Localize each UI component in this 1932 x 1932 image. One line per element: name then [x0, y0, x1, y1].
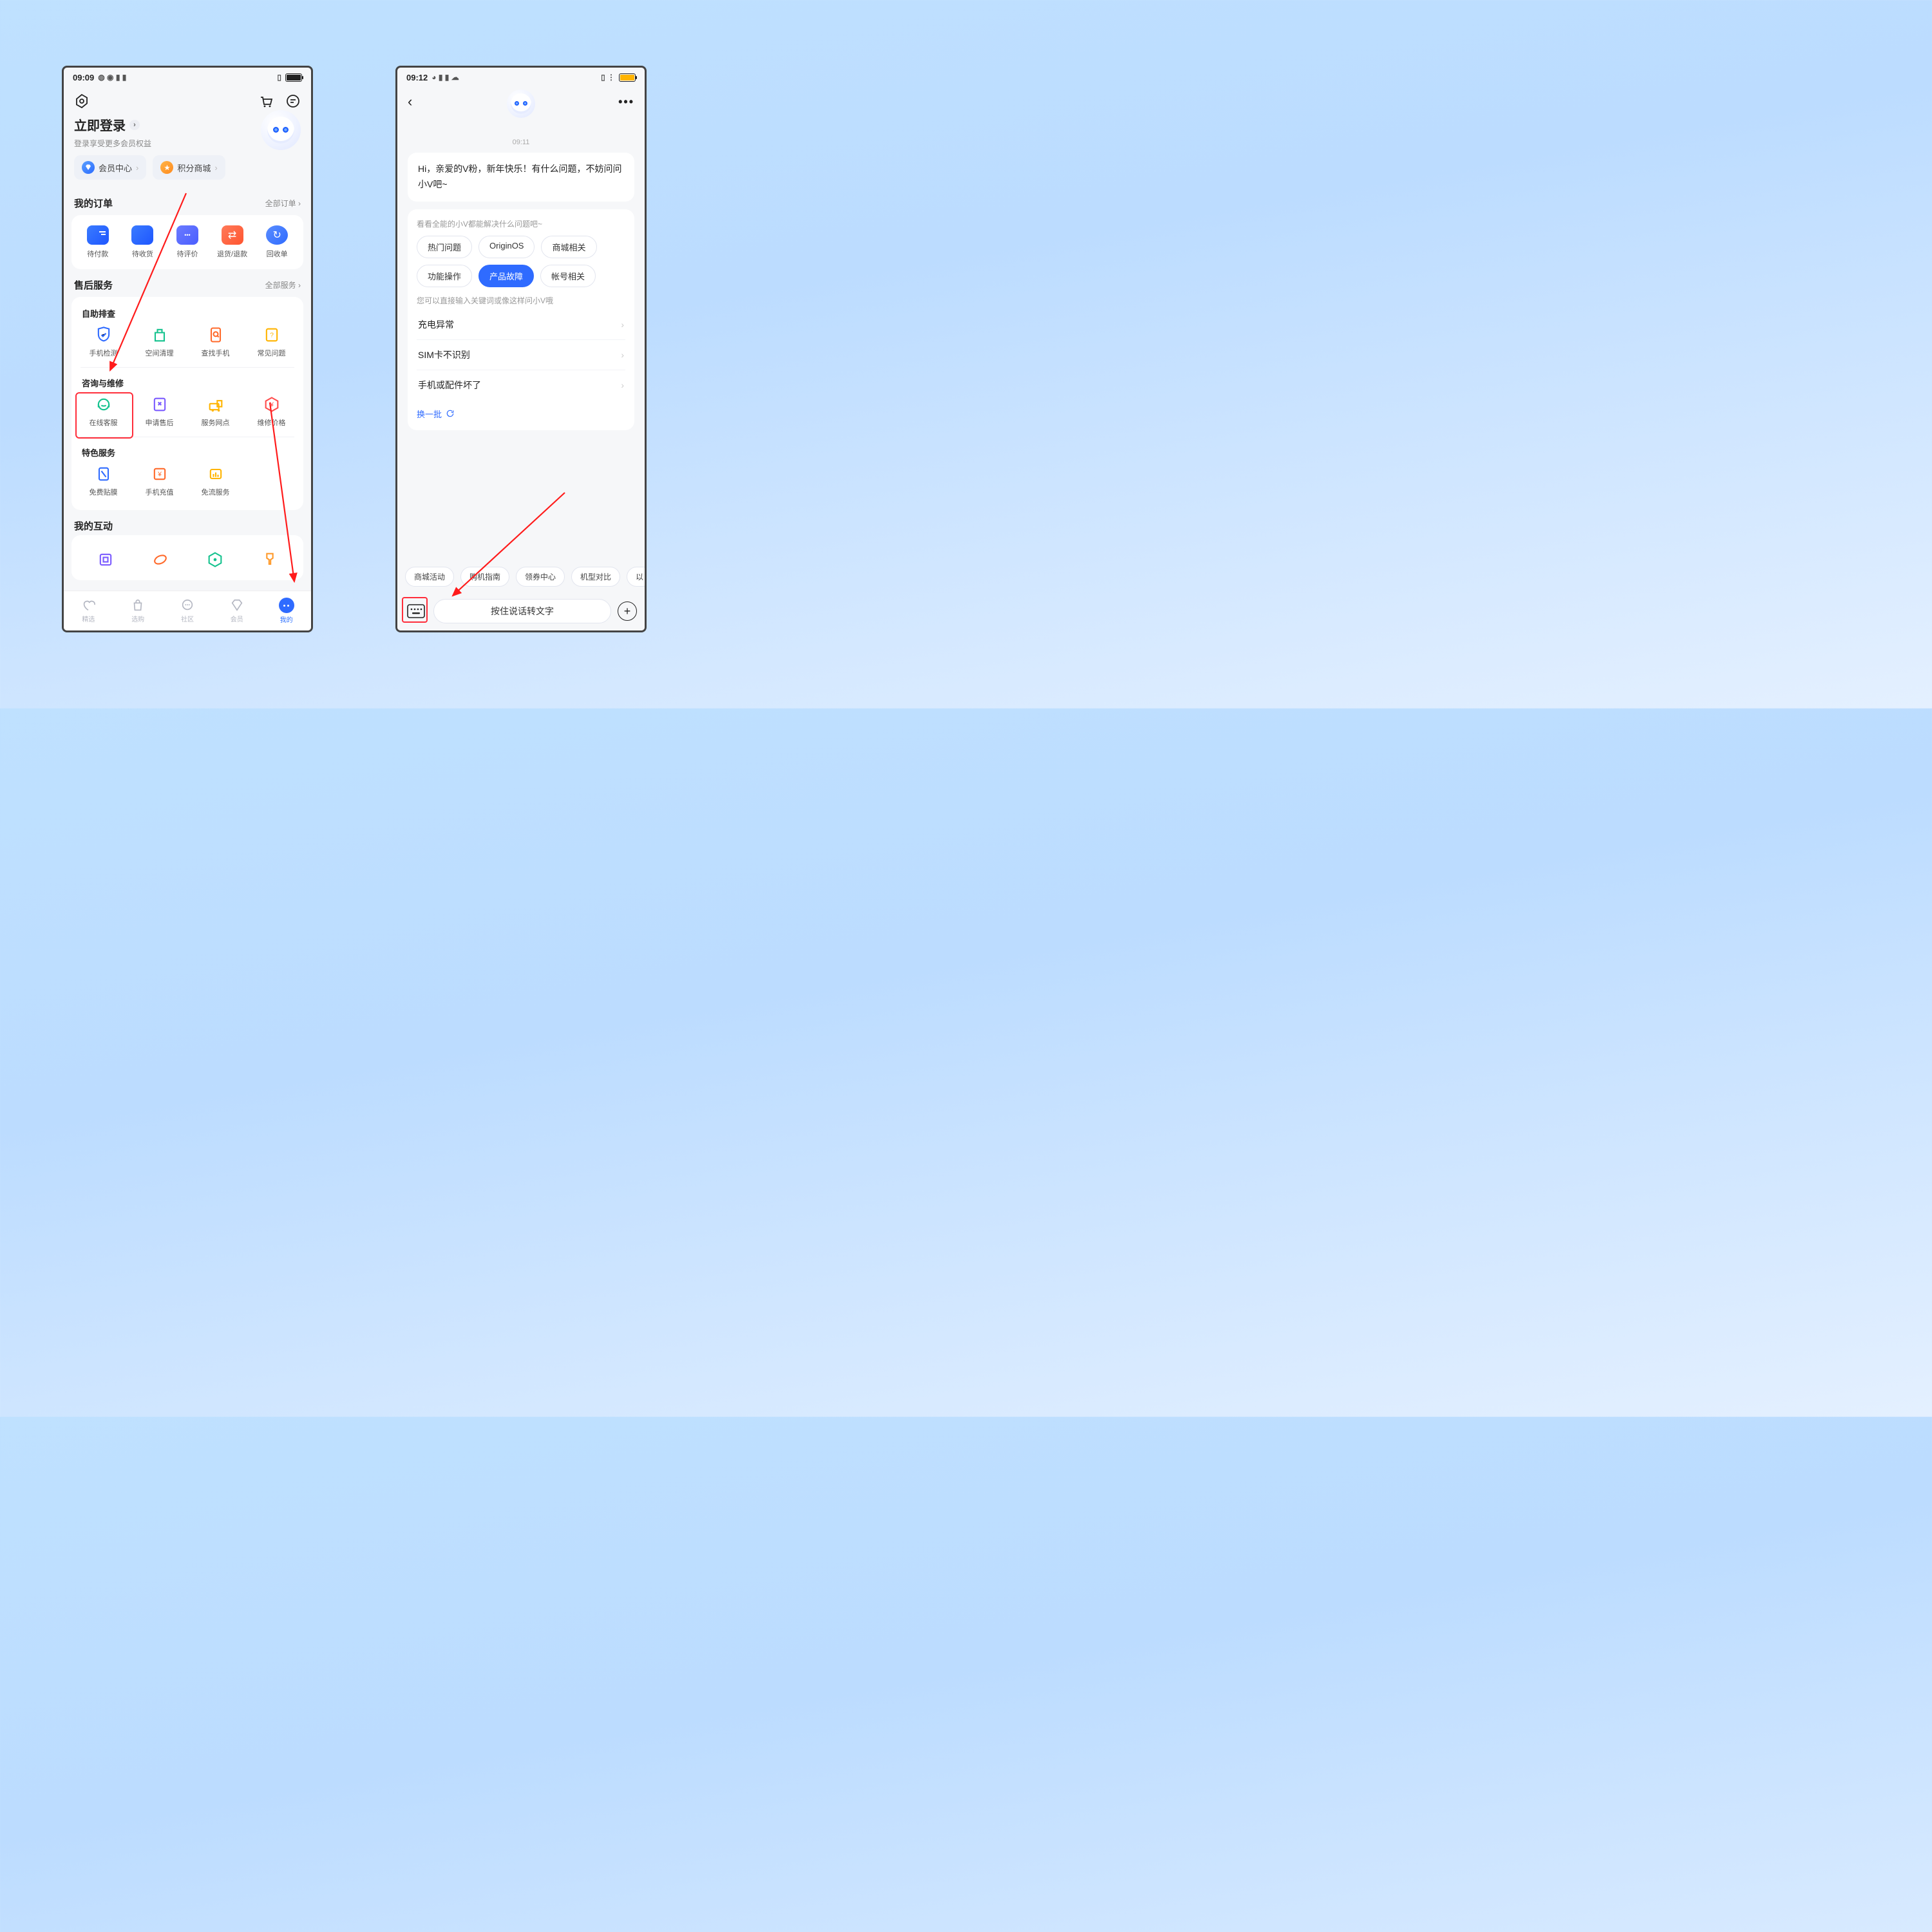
- star-icon: [160, 161, 173, 174]
- chip-fault[interactable]: 产品故障: [478, 265, 534, 287]
- interaction-title: 我的互动: [74, 519, 113, 533]
- faq-card: 看看全能的小V都能解决什么问题吧~ 热门问题 OriginOS 商城相关 功能操…: [408, 209, 634, 430]
- keyboard-toggle[interactable]: [405, 601, 427, 621]
- consult-title: 咨询与维修: [75, 372, 299, 390]
- sim-icon: ▯: [277, 73, 281, 82]
- orders-card: 待付款 待收货 •••待评价 ⇄退货/退款 ↻回收单: [71, 215, 303, 269]
- tab-featured[interactable]: 精选: [64, 591, 113, 630]
- chat-timestamp: 09:11: [397, 138, 645, 146]
- chevron-right-icon: ›: [621, 319, 624, 330]
- apply-aftersale[interactable]: 申请售后: [131, 390, 187, 433]
- order-return[interactable]: ⇄退货/退款: [210, 222, 255, 263]
- service-card: 自助排查 手机检测 空间清理 查找手机 ?常见问题 咨询与维修 在线客服 申请售…: [71, 297, 303, 510]
- orders-all-link[interactable]: 全部订单 ›: [265, 198, 301, 209]
- tab-mine[interactable]: 我的: [261, 591, 311, 630]
- avatar[interactable]: [261, 110, 301, 150]
- strip-coupons[interactable]: 领券中心: [516, 567, 565, 587]
- strip-buy-guide[interactable]: 购机指南: [460, 567, 509, 587]
- special-title: 特色服务: [75, 441, 299, 460]
- order-pending-review[interactable]: •••待评价: [165, 222, 210, 263]
- find-phone[interactable]: 查找手机: [187, 321, 243, 363]
- inter-item-3[interactable]: [187, 545, 242, 574]
- chip-function[interactable]: 功能操作: [417, 265, 472, 287]
- q-broken[interactable]: 手机或配件坏了›: [417, 370, 625, 400]
- refresh-icon: [446, 409, 455, 418]
- voice-input-button[interactable]: 按住说话转文字: [433, 599, 611, 623]
- order-pending-pay[interactable]: 待付款: [75, 222, 120, 263]
- free-film[interactable]: 免费贴膜: [75, 460, 131, 502]
- order-pending-receive[interactable]: 待收货: [120, 222, 166, 263]
- tab-shop[interactable]: 选购: [113, 591, 163, 630]
- free-data[interactable]: 免流服务: [187, 460, 243, 502]
- tab-member[interactable]: 会员: [212, 591, 261, 630]
- points-mall-pill[interactable]: 积分商城›: [153, 155, 225, 180]
- login-subtitle: 登录享受更多会员权益: [74, 138, 151, 149]
- phone-check[interactable]: 手机检测: [75, 321, 131, 363]
- status-time: 09:12: [406, 73, 428, 82]
- chip-mall[interactable]: 商城相关: [541, 236, 596, 258]
- more-menu[interactable]: •••: [618, 95, 634, 109]
- chevron-right-icon: ›: [621, 350, 624, 360]
- message-icon[interactable]: [285, 93, 301, 109]
- login-button[interactable]: 立即登录 ›: [74, 115, 151, 134]
- interaction-card: [71, 535, 303, 580]
- chip-hot[interactable]: 热门问题: [417, 236, 472, 258]
- strip-more[interactable]: 以: [627, 567, 645, 587]
- back-button[interactable]: ‹: [408, 93, 412, 110]
- tab-bar: 精选 选购 社区 会员 我的: [64, 591, 311, 630]
- inter-item-1[interactable]: [78, 545, 133, 574]
- svg-text:?: ?: [270, 332, 274, 339]
- refresh-button[interactable]: 换一批: [417, 408, 625, 420]
- service-outlets[interactable]: 服务网点: [187, 390, 243, 433]
- service-all-link[interactable]: 全部服务 ›: [265, 279, 301, 290]
- faq[interactable]: ?常见问题: [243, 321, 299, 363]
- online-service[interactable]: 在线客服: [75, 390, 131, 433]
- svg-text:¥: ¥: [157, 471, 162, 478]
- strip-compare[interactable]: 机型对比: [571, 567, 620, 587]
- phone-recharge[interactable]: ¥手机充值: [131, 460, 187, 502]
- svg-text:¥: ¥: [269, 401, 274, 409]
- faq-hint2: 您可以直接输入关键词或像这样问小V哦: [417, 295, 625, 306]
- order-recycle[interactable]: ↻回收单: [254, 222, 299, 263]
- diamond-icon: [82, 161, 95, 174]
- quick-links-strip: 商城活动 购机指南 领券中心 机型对比 以: [397, 562, 645, 592]
- faq-hint: 看看全能的小V都能解决什么问题吧~: [417, 218, 625, 229]
- q-charging[interactable]: 充电异常›: [417, 310, 625, 339]
- category-chips: 热门问题 OriginOS 商城相关 功能操作 产品故障 帐号相关: [417, 236, 625, 287]
- repair-price[interactable]: ¥维修价格: [243, 390, 299, 433]
- service-title: 售后服务: [74, 278, 113, 292]
- q-sim[interactable]: SIM卡不识别›: [417, 339, 625, 370]
- battery-icon: [619, 73, 636, 82]
- status-bar: 09:12 ◕ ▮ ▮ ☁ ▯ ⋮: [397, 68, 645, 87]
- chip-account[interactable]: 帐号相关: [540, 265, 596, 287]
- tab-community[interactable]: 社区: [163, 591, 213, 630]
- member-center-pill[interactable]: 会员中心›: [74, 155, 146, 180]
- greeting-bubble: Hi，亲爱的V粉，新年快乐！有什么问题，不妨问问小V吧~: [408, 153, 634, 202]
- phone-screen-1: 09:09 ◍ ◉ ▮ ▮ ▯ 立即登录 › 登录享受更多会员权益 会员中心›: [62, 66, 313, 632]
- chip-originos[interactable]: OriginOS: [478, 236, 535, 258]
- inter-item-4[interactable]: [242, 545, 297, 574]
- cart-icon[interactable]: [258, 93, 274, 109]
- status-time: 09:09: [73, 73, 94, 82]
- settings-hex-icon[interactable]: [74, 93, 90, 109]
- status-icons: ◕ ▮ ▮ ☁: [431, 73, 459, 82]
- status-bar: 09:09 ◍ ◉ ▮ ▮ ▯: [64, 68, 311, 87]
- plus-button[interactable]: +: [618, 601, 637, 621]
- selfcheck-title: 自助排查: [75, 302, 299, 321]
- input-bar: 按住说话转文字 +: [397, 592, 645, 630]
- signal-icon: ▯ ⋮: [601, 73, 615, 82]
- orders-title: 我的订单: [74, 196, 113, 210]
- strip-mall-activity[interactable]: 商城活动: [405, 567, 454, 587]
- phone-screen-2: 09:12 ◕ ▮ ▮ ☁ ▯ ⋮ ‹ ••• 09:11 Hi，亲爱的V粉，新…: [395, 66, 647, 632]
- status-icons: ◍ ◉ ▮ ▮: [98, 73, 126, 82]
- space-clean[interactable]: 空间清理: [131, 321, 187, 363]
- chevron-right-icon: ›: [621, 380, 624, 390]
- login-title: 立即登录: [74, 115, 126, 134]
- battery-icon: [285, 73, 302, 82]
- inter-item-2[interactable]: [133, 545, 187, 574]
- chevron-right-icon: ›: [129, 120, 140, 130]
- bot-avatar: [507, 90, 535, 118]
